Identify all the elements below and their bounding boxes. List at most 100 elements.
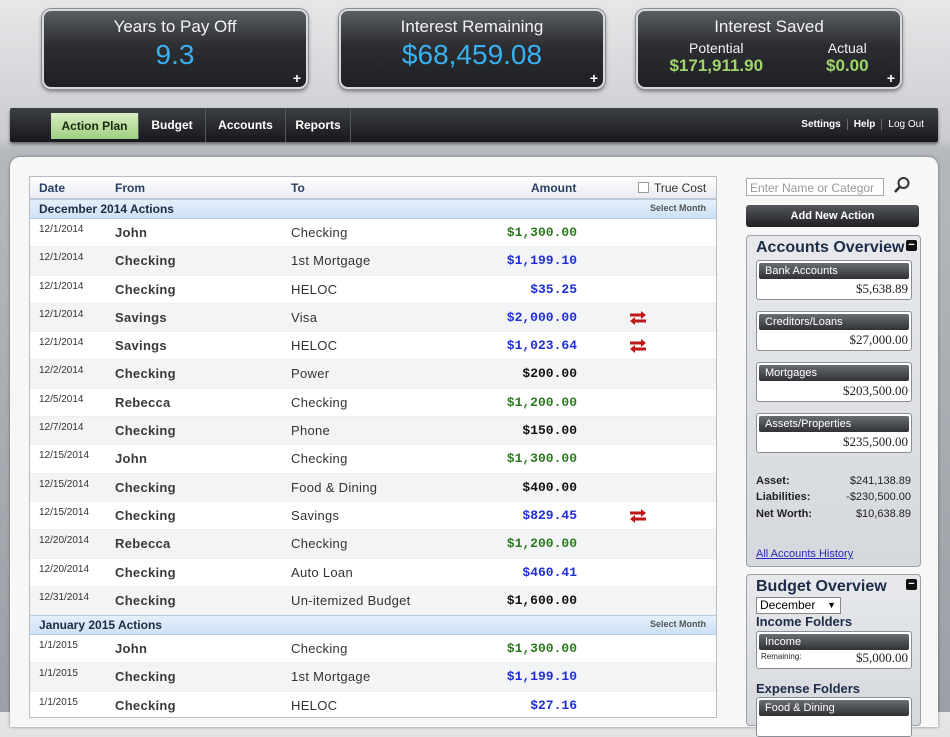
table-row[interactable]: 12/1/2014 John Checking $1,300.00 xyxy=(30,219,716,248)
net-worth-value: $10,638.89 xyxy=(855,508,911,520)
month-select-value: December xyxy=(760,598,816,612)
accounts-overview-panel: Accounts Overview − Bank Accounts $5,638… xyxy=(746,235,921,567)
card-value: $235,500.00 xyxy=(843,434,908,449)
logout-link[interactable]: Log Out xyxy=(882,119,930,130)
accounts-overview-title: Accounts Overview xyxy=(756,239,905,256)
row-amount: $1,200.00 xyxy=(506,394,577,410)
row-to: Un-itemized Budget xyxy=(291,592,411,608)
transfer-arrows-icon[interactable] xyxy=(628,338,648,357)
col-from[interactable]: From xyxy=(115,181,145,195)
row-from: John xyxy=(115,451,148,467)
table-row[interactable]: 12/1/2014 Savings HELOC $1,023.64 xyxy=(30,332,716,361)
add-new-action-button[interactable]: Add New Action xyxy=(746,205,919,227)
collapse-icon[interactable]: − xyxy=(906,579,917,590)
row-date: 12/15/2014 xyxy=(39,506,90,518)
remaining-label: Remaining: xyxy=(761,652,802,661)
row-from: Rebecca xyxy=(115,536,171,552)
saved-title: Interest Saved xyxy=(714,17,824,36)
month-select[interactable]: December ▼ xyxy=(756,597,841,614)
row-from: Checking xyxy=(115,423,176,439)
collapse-icon[interactable]: − xyxy=(906,240,917,251)
row-date: 12/1/2014 xyxy=(39,308,84,320)
row-to: Savings xyxy=(291,507,340,523)
search-input[interactable]: Enter Name or Categor xyxy=(746,178,884,196)
assets-properties-card[interactable]: Assets/Properties $235,500.00 xyxy=(756,413,912,453)
row-from: John xyxy=(115,641,148,657)
search-icon[interactable] xyxy=(893,176,911,199)
net-worth-label: Net Worth: xyxy=(756,508,813,520)
years-title: Years to Pay Off xyxy=(113,17,237,36)
table-row[interactable]: 12/5/2014 Rebecca Checking $1,200.00 xyxy=(30,389,716,418)
row-from: Rebecca xyxy=(115,394,171,410)
table-row[interactable]: 12/1/2014 Checking HELOC $35.25 xyxy=(30,276,716,304)
row-amount: $829.45 xyxy=(522,507,577,523)
true-cost-checkbox[interactable] xyxy=(638,182,649,193)
col-amount[interactable]: Amount xyxy=(531,181,576,195)
tab-reports[interactable]: Reports xyxy=(286,108,351,142)
table-row[interactable]: 1/1/2015 Checking 1st Mortgage $1,199.10 xyxy=(30,663,716,692)
row-amount: $150.00 xyxy=(522,423,577,439)
row-to: Power xyxy=(291,366,330,382)
transfer-arrows-icon[interactable] xyxy=(628,508,648,527)
expand-plus-icon[interactable]: + xyxy=(293,70,301,86)
section-title: December 2014 Actions xyxy=(39,202,174,216)
row-from: Checking xyxy=(115,366,176,382)
row-date: 12/20/2014 xyxy=(39,563,90,575)
tab-action-plan[interactable]: Action Plan xyxy=(51,113,139,139)
table-row[interactable]: 12/20/2014 Rebecca Checking $1,200.00 xyxy=(30,530,716,559)
expand-plus-icon[interactable]: + xyxy=(590,70,598,86)
row-date: 12/5/2014 xyxy=(39,393,84,405)
table-row[interactable]: 12/15/2014 John Checking $1,300.00 xyxy=(30,445,716,474)
table-row[interactable]: 12/1/2014 Checking 1st Mortgage $1,199.10 xyxy=(30,247,716,276)
all-accounts-history-link[interactable]: All Accounts History xyxy=(756,548,853,560)
table-row[interactable]: 12/15/2014 Checking Food & Dining $400.00 xyxy=(30,473,716,502)
card-value: $27,000.00 xyxy=(849,332,909,347)
col-date[interactable]: Date xyxy=(39,181,65,195)
row-amount: $1,023.64 xyxy=(506,338,577,354)
row-amount: $1,300.00 xyxy=(506,451,577,467)
table-row[interactable]: 12/31/2014 Checking Un-itemized Budget $1,6… xyxy=(30,586,716,616)
tab-accounts[interactable]: Accounts xyxy=(206,108,286,142)
expand-plus-icon[interactable]: + xyxy=(887,70,895,86)
mortgages-card[interactable]: Mortgages $203,500.00 xyxy=(756,362,912,402)
food-dining-card[interactable]: Food & Dining xyxy=(756,697,912,737)
row-date: 12/31/2014 xyxy=(39,591,90,603)
budget-overview-title: Budget Overview xyxy=(756,578,887,595)
table-row[interactable]: 1/1/2015 Checking HELOC $27.16 xyxy=(30,692,716,717)
row-amount: $460.41 xyxy=(522,564,577,580)
table-row[interactable]: 12/1/2014 Savings Visa $2,000.00 xyxy=(30,303,716,333)
row-date: 12/1/2014 xyxy=(39,224,84,235)
actual-label: Actual xyxy=(827,40,867,56)
select-month-link[interactable]: Select Month xyxy=(650,619,706,629)
tab-budget[interactable]: Budget xyxy=(139,108,206,142)
table-row[interactable]: 12/20/2014 Checking Auto Loan $460.41 xyxy=(30,559,716,587)
table-row[interactable]: 12/15/2014 Checking Savings $829.45 xyxy=(30,502,716,531)
net-worth-row: Net Worth: $10,638.89 xyxy=(756,508,911,520)
settings-link[interactable]: Settings xyxy=(795,119,848,130)
table-row[interactable]: 1/1/2015 John Checking $1,300.00 xyxy=(30,635,716,664)
bank-accounts-card[interactable]: Bank Accounts $5,638.89 xyxy=(756,260,912,300)
table-row[interactable]: 12/2/2014 Checking Power $200.00 xyxy=(30,360,716,389)
true-cost-toggle[interactable]: True Cost xyxy=(638,181,706,195)
table-row[interactable]: 12/7/2014 Checking Phone $150.00 xyxy=(30,417,716,446)
income-folders-title: Income Folders xyxy=(756,614,853,629)
asset-label: Asset: xyxy=(756,475,790,487)
row-to: Auto Loan xyxy=(291,564,353,580)
select-month-link[interactable]: Select Month xyxy=(650,203,706,213)
help-link[interactable]: Help xyxy=(847,119,883,130)
row-to: Food & Dining xyxy=(291,479,378,495)
row-group: 1/1/2015 John Checking $1,300.00 1/1/2015 Che… xyxy=(30,635,716,717)
years-value: 9.3 xyxy=(155,39,195,70)
liabilities-label: Liabilities: xyxy=(756,491,811,503)
main-navbar: Action Plan Budget Accounts Reports Sett… xyxy=(10,108,938,142)
transfer-arrows-icon[interactable] xyxy=(628,310,648,329)
income-card[interactable]: Income Remaining: $5,000.00 xyxy=(756,631,912,669)
col-to[interactable]: To xyxy=(291,181,305,195)
row-to: Checking xyxy=(291,394,348,410)
creditors-loans-card[interactable]: Creditors/Loans $27,000.00 xyxy=(756,311,912,351)
remaining-value: $68,459.08 xyxy=(401,39,543,70)
asset-total-row: Asset: $241,138.89 xyxy=(756,475,911,487)
row-to: Checking xyxy=(291,536,348,552)
row-from: John xyxy=(115,225,148,240)
remaining-title: Interest Remaining xyxy=(400,17,544,36)
